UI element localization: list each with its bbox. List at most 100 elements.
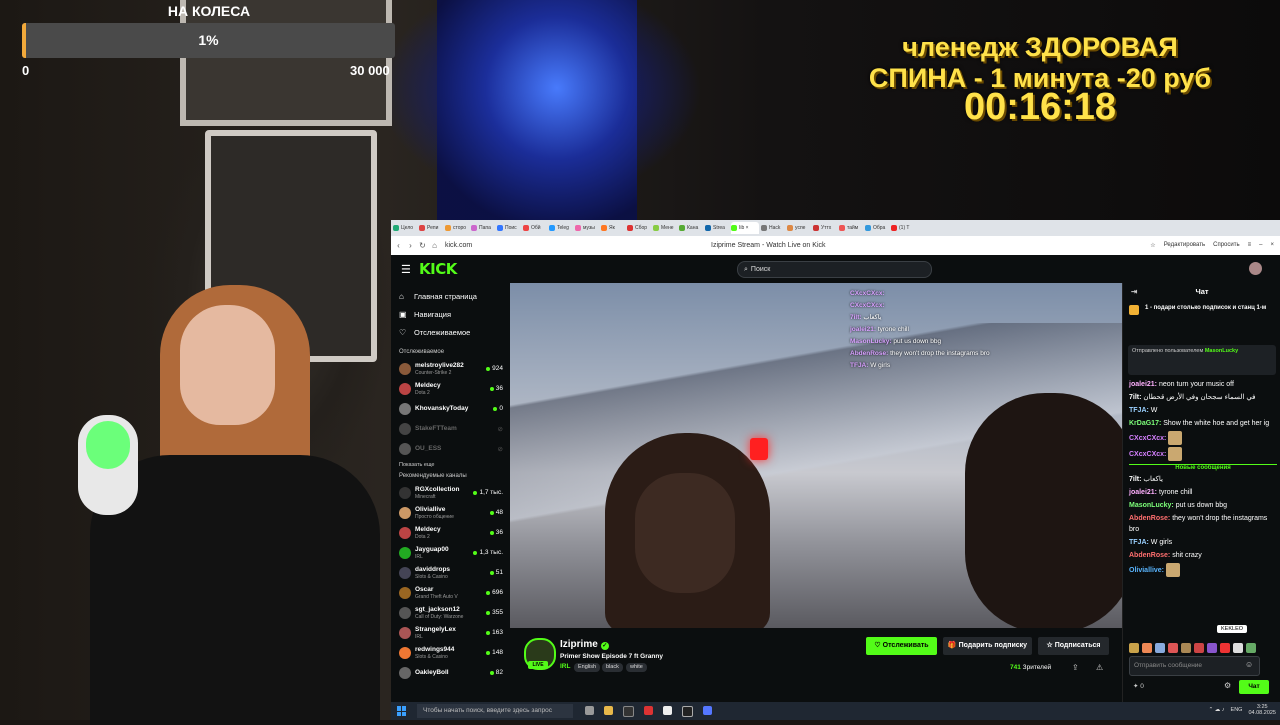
user-avatar[interactable] xyxy=(1249,262,1262,275)
yandex-icon[interactable] xyxy=(644,705,653,715)
share-icon[interactable]: ⇪ xyxy=(1072,663,1079,672)
sidebar-channel[interactable]: StakeFTTeam ⊘ xyxy=(391,419,509,439)
sidebar-channel[interactable]: OU_ESS ⊘ xyxy=(391,439,509,459)
chat-send-button[interactable]: Чат xyxy=(1239,680,1269,694)
browser-tab[interactable]: сторо xyxy=(445,222,469,234)
chat-username[interactable]: 7ilt: xyxy=(1129,476,1141,483)
tray-icons[interactable]: ⌃ ☁ ♪ xyxy=(1209,707,1225,713)
browser-tab[interactable]: Як xyxy=(601,222,625,234)
chat-username[interactable]: CXcxCXcx: xyxy=(1129,435,1166,442)
bookmark-icon[interactable]: ☆ xyxy=(1150,242,1155,249)
collapse-chat-icon[interactable]: ⇥ xyxy=(1131,283,1137,301)
language-indicator[interactable]: ENG xyxy=(1231,707,1243,713)
sidebar-nav-item[interactable]: ⌂ Главная страница xyxy=(391,287,509,305)
chat-username[interactable]: 7ilt: xyxy=(1129,394,1141,401)
reload-icon[interactable]: ↻ xyxy=(418,241,427,250)
chat-username[interactable]: joalei21: xyxy=(1129,489,1157,496)
sidebar-channel[interactable]: Meldecy Dota 2 36 xyxy=(391,379,509,399)
channel-game: Call of Duty: Warzone xyxy=(415,614,464,620)
sidebar-channel[interactable]: Oscar Grand Theft Auto V 696 xyxy=(391,583,509,603)
browser-tab[interactable]: Поис xyxy=(497,222,521,234)
browser-tab[interactable]: музы xyxy=(575,222,599,234)
hamburger-menu-icon[interactable]: ☰ xyxy=(401,263,411,276)
clock[interactable]: 3:25 04.08.2025 xyxy=(1248,704,1276,716)
sidebar-channel[interactable]: StrangelyLex IRL 163 xyxy=(391,623,509,643)
browser-tab[interactable]: Сбор xyxy=(627,222,651,234)
browser-tab[interactable]: успе xyxy=(787,222,811,234)
follow-button[interactable]: ♡ Отслеживать xyxy=(866,637,937,655)
sidebar-channel[interactable]: Oliviallive Просто общение 48 xyxy=(391,503,509,523)
chat-username[interactable]: joalei21: xyxy=(1129,381,1157,388)
edit-button[interactable]: Редактировать xyxy=(1164,242,1205,249)
chat-username[interactable]: MasonLucky: xyxy=(1129,502,1174,509)
live-dot-icon xyxy=(489,386,494,391)
search-input[interactable]: ⌕ Поиск xyxy=(737,261,932,278)
stream-info: LIVE Iziprime ✓ Primer Show Episode 7 ft … xyxy=(510,628,1122,702)
browser-tab[interactable]: Папа xyxy=(471,222,495,234)
close-icon[interactable]: × xyxy=(1270,242,1274,249)
sidebar-channel[interactable]: redwings944 Slots & Casino 148 xyxy=(391,643,509,663)
chat-username[interactable]: AbdenRose: xyxy=(1129,552,1170,559)
channel-points[interactable]: ✦ 0 xyxy=(1133,682,1144,690)
chat-message-input[interactable]: Отправить сообщение xyxy=(1129,656,1260,676)
browser-tab[interactable]: (1) T xyxy=(891,222,915,234)
browser-tab[interactable]: Iib × xyxy=(731,222,759,234)
sidebar-channel[interactable]: KhovanskyToday 0 xyxy=(391,399,509,419)
tag-chip[interactable]: black xyxy=(602,663,623,672)
sidebar-channel[interactable]: OakleyBoll 82 xyxy=(391,663,509,683)
gear-icon[interactable]: ⚙ xyxy=(1224,681,1231,690)
sidebar-nav-item[interactable]: ♡ Отслеживаемое xyxy=(391,323,509,341)
chat-username[interactable]: Oliviallive: xyxy=(1129,567,1164,574)
stream-category[interactable]: IRL xyxy=(560,663,570,670)
browser-tab[interactable]: Hack xyxy=(761,222,785,234)
sidebar-channel[interactable]: daviddrops Slots & Casino 51 xyxy=(391,563,509,583)
browser-icon[interactable] xyxy=(663,705,672,715)
url-field[interactable]: kick.com xyxy=(445,242,472,249)
chat-username[interactable]: CXcxCXcx: xyxy=(1129,451,1166,458)
chat-username[interactable]: TFJA: xyxy=(1129,539,1149,546)
browser-tab[interactable]: Мене xyxy=(653,222,677,234)
app-icon[interactable] xyxy=(623,705,634,717)
taskbar-search[interactable]: Чтобы начать поиск, введите здесь запрос xyxy=(417,704,573,718)
file-explorer-icon[interactable] xyxy=(604,705,613,715)
task-view-icon[interactable] xyxy=(585,705,594,715)
tab-favicon-icon xyxy=(471,225,477,231)
emote-bar[interactable] xyxy=(1129,643,1277,653)
sidebar-nav-item[interactable]: ▣ Навигация xyxy=(391,305,509,323)
sidebar-channel[interactable]: RGXcollection Minecraft 1,7 тыс. xyxy=(391,483,509,503)
browser-tab[interactable]: Обра xyxy=(865,222,889,234)
tag-chip[interactable]: English xyxy=(574,663,601,672)
ask-button[interactable]: Спросить xyxy=(1213,242,1239,249)
windows-start-icon[interactable] xyxy=(397,706,407,716)
sidebar-channel[interactable]: Jayguap00 IRL 1,3 тыс. xyxy=(391,543,509,563)
subscribe-button[interactable]: ☆ Подписаться xyxy=(1038,637,1109,655)
chat-username[interactable]: KrDaG17: xyxy=(1129,420,1161,427)
kick-logo[interactable]: KICK xyxy=(419,260,457,278)
report-icon[interactable]: ⚠ xyxy=(1096,663,1103,672)
chat-username[interactable]: AbdenRose: xyxy=(1129,515,1170,522)
browser-tab[interactable]: Strea xyxy=(705,222,729,234)
browser-tab[interactable]: Уттх xyxy=(813,222,837,234)
emoji-icon[interactable]: ☺ xyxy=(1245,660,1253,669)
forward-icon[interactable]: › xyxy=(406,241,415,250)
sidebar-channel[interactable]: sgt_jackson12 Call of Duty: Warzone 355 xyxy=(391,603,509,623)
browser-tab[interactable]: Teleg xyxy=(549,222,573,234)
menu-icon[interactable]: ≡ xyxy=(1248,242,1252,249)
browser-tab[interactable]: Кана xyxy=(679,222,703,234)
sidebar-channel[interactable]: Meldecy Dota 2 36 xyxy=(391,523,509,543)
minimize-icon[interactable]: – xyxy=(1259,242,1262,249)
obs-icon[interactable] xyxy=(682,705,693,717)
tag-chip[interactable]: white xyxy=(626,663,647,672)
browser-tab[interactable]: тайм xyxy=(839,222,863,234)
browser-tab[interactable]: Репи xyxy=(419,222,443,234)
app-icon[interactable] xyxy=(703,705,712,715)
gift-sub-button[interactable]: 🎁 Подарить подписку xyxy=(943,637,1032,655)
video-player[interactable]: CXcxCXcx: CXcxCXcx: 7ilt: ياكعاب joalei21… xyxy=(510,283,1122,628)
sidebar-channel[interactable]: melstroylive282 Counter-Strike 2 924 xyxy=(391,359,509,379)
show-more-link[interactable]: Показать еще xyxy=(391,459,509,471)
back-icon[interactable]: ‹ xyxy=(394,241,403,250)
browser-tab[interactable]: Цело xyxy=(393,222,417,234)
home-icon[interactable]: ⌂ xyxy=(430,241,439,250)
chat-username[interactable]: TFJA: xyxy=(1129,407,1149,414)
browser-tab[interactable]: Обй xyxy=(523,222,547,234)
